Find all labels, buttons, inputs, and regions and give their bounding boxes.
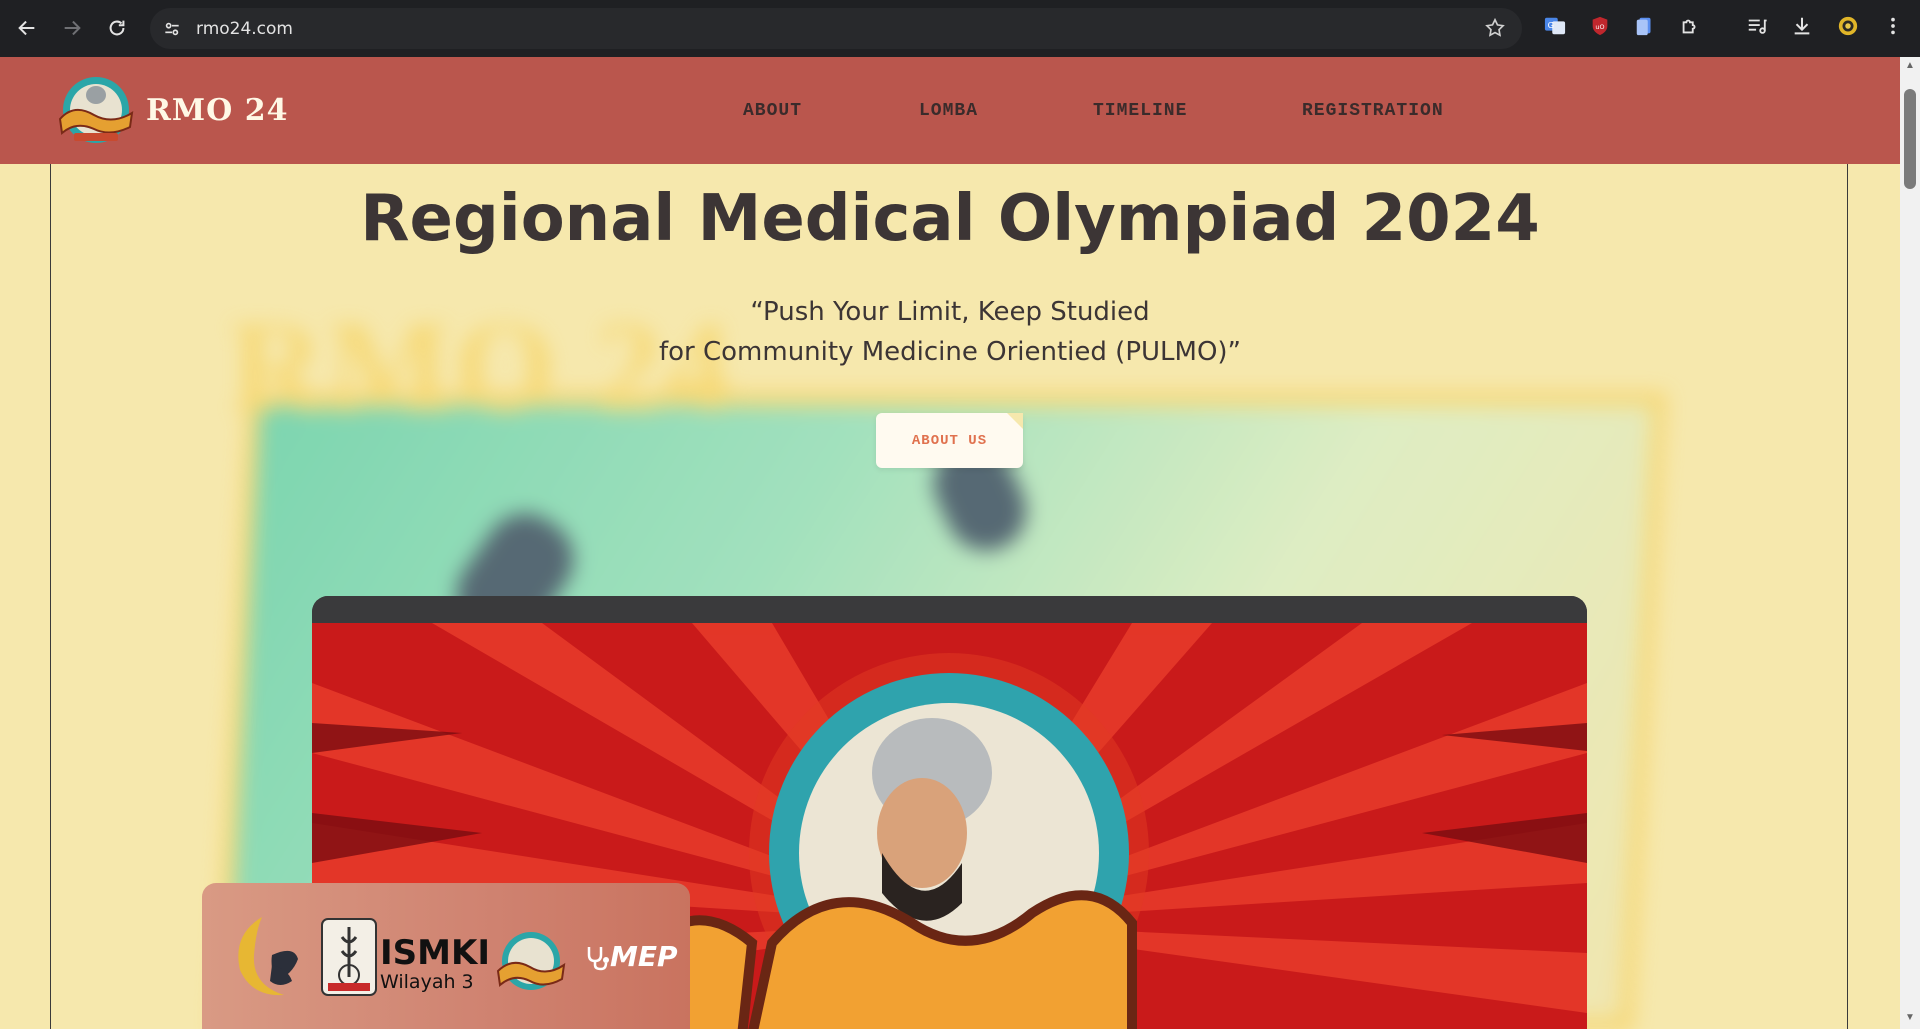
playlist-icon bbox=[1748, 19, 1767, 34]
scroll-down-arrow[interactable]: ▼ bbox=[1904, 1013, 1916, 1023]
site-info-button[interactable] bbox=[152, 9, 192, 49]
media-controls-button[interactable] bbox=[1743, 12, 1771, 40]
svg-text:uO: uO bbox=[1595, 23, 1604, 31]
nav-timeline[interactable]: TIMELINE bbox=[1093, 101, 1187, 121]
arrow-right-icon bbox=[64, 20, 81, 36]
downloads-button[interactable] bbox=[1788, 12, 1816, 40]
arrow-left-icon bbox=[18, 20, 35, 36]
media-card-titlebar bbox=[312, 596, 1587, 623]
nav-lomba[interactable]: LOMBA bbox=[919, 101, 978, 121]
page-title: Regional Medical Olympiad 2024 bbox=[360, 182, 1540, 256]
hero-quote-line1: “Push Your Limit, Keep Studied bbox=[750, 297, 1150, 327]
star-icon bbox=[1485, 17, 1505, 37]
site-name[interactable]: RMO 24 bbox=[146, 93, 288, 128]
about-us-button[interactable]: ABOUT US bbox=[876, 413, 1023, 468]
document-icon bbox=[1636, 17, 1651, 36]
stethoscope-icon bbox=[587, 947, 609, 971]
bookmark-button[interactable] bbox=[1484, 17, 1506, 44]
nav-registration[interactable]: REGISTRATION bbox=[1302, 101, 1444, 121]
address-bar[interactable]: rmo24.com bbox=[150, 8, 1522, 49]
puzzle-icon bbox=[1682, 19, 1696, 34]
ublock-extension-button[interactable]: uO bbox=[1586, 12, 1614, 40]
ismki-emblem-icon bbox=[321, 918, 377, 996]
mep-name: MEP bbox=[610, 940, 678, 973]
url-text: rmo24.com bbox=[196, 18, 293, 39]
scrollbar-thumb[interactable] bbox=[1904, 89, 1916, 189]
kebab-menu-icon bbox=[1891, 17, 1895, 35]
svg-text:G: G bbox=[1548, 20, 1554, 30]
page-scrollbar[interactable]: ▲ ▼ bbox=[1900, 57, 1920, 1029]
rmo-logo-icon bbox=[58, 77, 134, 143]
forward-button[interactable] bbox=[50, 6, 94, 50]
browser-toolbar: rmo24.com G uO bbox=[0, 0, 1920, 57]
reload-icon bbox=[109, 20, 125, 36]
menu-button[interactable] bbox=[1879, 12, 1907, 40]
ismki-name: ISMKI bbox=[380, 933, 490, 973]
ismki-region: Wilayah 3 bbox=[380, 971, 474, 993]
crescent-logo-icon bbox=[238, 917, 298, 996]
reload-button[interactable] bbox=[95, 6, 139, 50]
web-page: RMO 24 RMO 24 ABOUT LOMBA TIMELINE REGIS… bbox=[0, 57, 1900, 1029]
profile-avatar-button[interactable] bbox=[1834, 12, 1862, 40]
nav-about[interactable]: ABOUT bbox=[743, 101, 802, 121]
docs-extension-button[interactable] bbox=[1631, 12, 1659, 40]
shield-icon: uO bbox=[1592, 16, 1608, 36]
back-button[interactable] bbox=[5, 6, 49, 50]
download-icon bbox=[1794, 17, 1810, 35]
rmo-small-logo-icon bbox=[496, 932, 566, 990]
tune-icon bbox=[165, 22, 179, 35]
translate-extension-button[interactable]: G bbox=[1541, 12, 1569, 40]
extensions-button[interactable] bbox=[1676, 12, 1704, 40]
site-header: RMO 24 ABOUT LOMBA TIMELINE REGISTRATION bbox=[0, 57, 1900, 164]
translate-icon: G bbox=[1544, 17, 1566, 35]
hero-quote-line2: for Community Medicine Orientied (PULMO)… bbox=[658, 337, 1242, 367]
site-logo[interactable] bbox=[54, 75, 138, 145]
scroll-up-arrow[interactable]: ▲ bbox=[1904, 61, 1916, 71]
avatar-icon bbox=[1838, 16, 1858, 36]
